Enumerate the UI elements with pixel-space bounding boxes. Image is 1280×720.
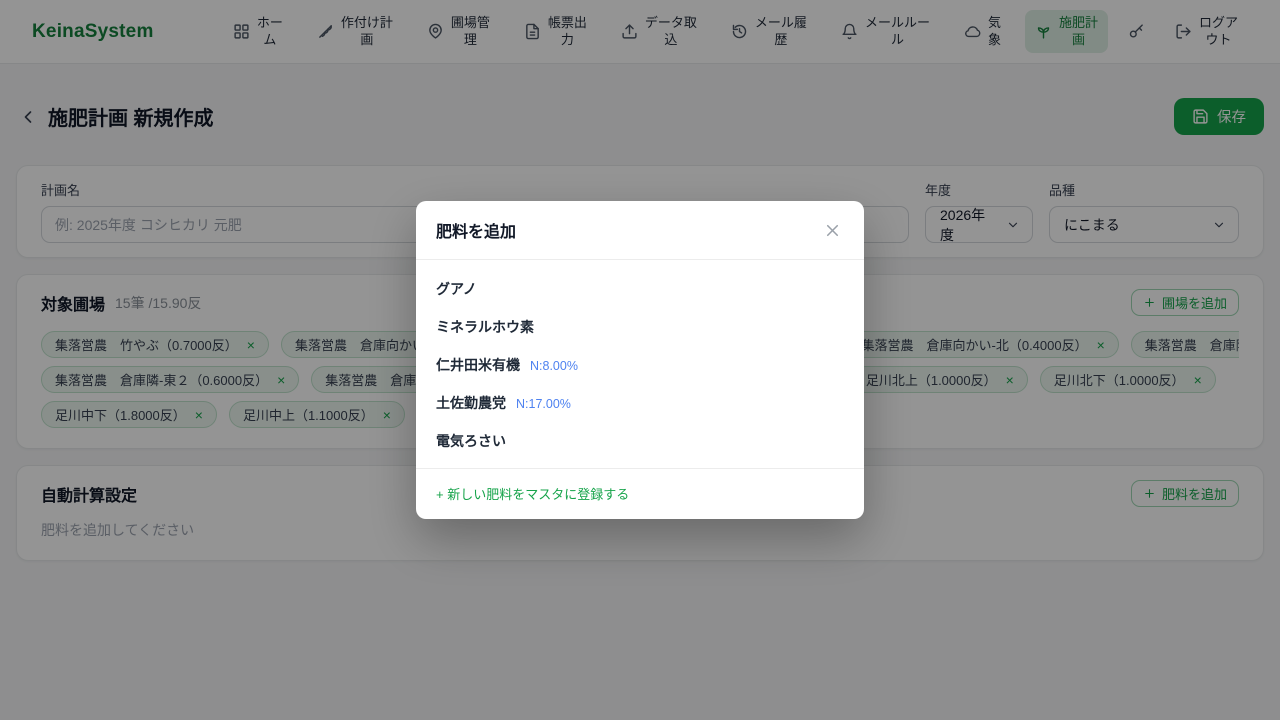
add-fertilizer-modal: 肥料を追加 グアノミネラルホウ素仁井田米有機 N:8.00% 土佐勤農党 N:17.0… — [416, 201, 864, 519]
modal-footer: + 新しい肥料をマスタに登録する — [416, 468, 864, 519]
fertilizer-name: 電気ろさい — [436, 431, 506, 451]
fertilizer-item[interactable]: 仁井田米有機 N:8.00% — [436, 346, 844, 384]
fertilizer-name: 土佐勤農党 — [436, 393, 506, 413]
fertilizer-list: グアノミネラルホウ素仁井田米有機 N:8.00% 土佐勤農党 N:17.00% 電気ろさ… — [416, 260, 864, 468]
fertilizer-name: 仁井田米有機 — [436, 355, 520, 375]
app-root: KeinaSystem ホー ム作付け計 画圃場管 理帳票出 力データ取 込メー… — [0, 0, 1280, 561]
close-icon — [823, 221, 842, 240]
close-button[interactable] — [821, 219, 844, 242]
modal-header: 肥料を追加 — [416, 201, 864, 260]
fertilizer-name: ミネラルホウ素 — [436, 317, 534, 337]
fertilizer-item[interactable]: グアノ — [436, 270, 844, 308]
fertilizer-npk-note: N:17.00% — [516, 397, 571, 411]
fertilizer-item[interactable]: 電気ろさい — [436, 422, 844, 460]
fertilizer-name: グアノ — [436, 279, 477, 299]
fertilizer-npk-note: N:8.00% — [530, 359, 578, 373]
modal-title: 肥料を追加 — [436, 218, 516, 242]
register-new-fertilizer-link[interactable]: + 新しい肥料をマスタに登録する — [436, 484, 629, 503]
fertilizer-item[interactable]: ミネラルホウ素 — [436, 308, 844, 346]
fertilizer-item[interactable]: 土佐勤農党 N:17.00% — [436, 384, 844, 422]
